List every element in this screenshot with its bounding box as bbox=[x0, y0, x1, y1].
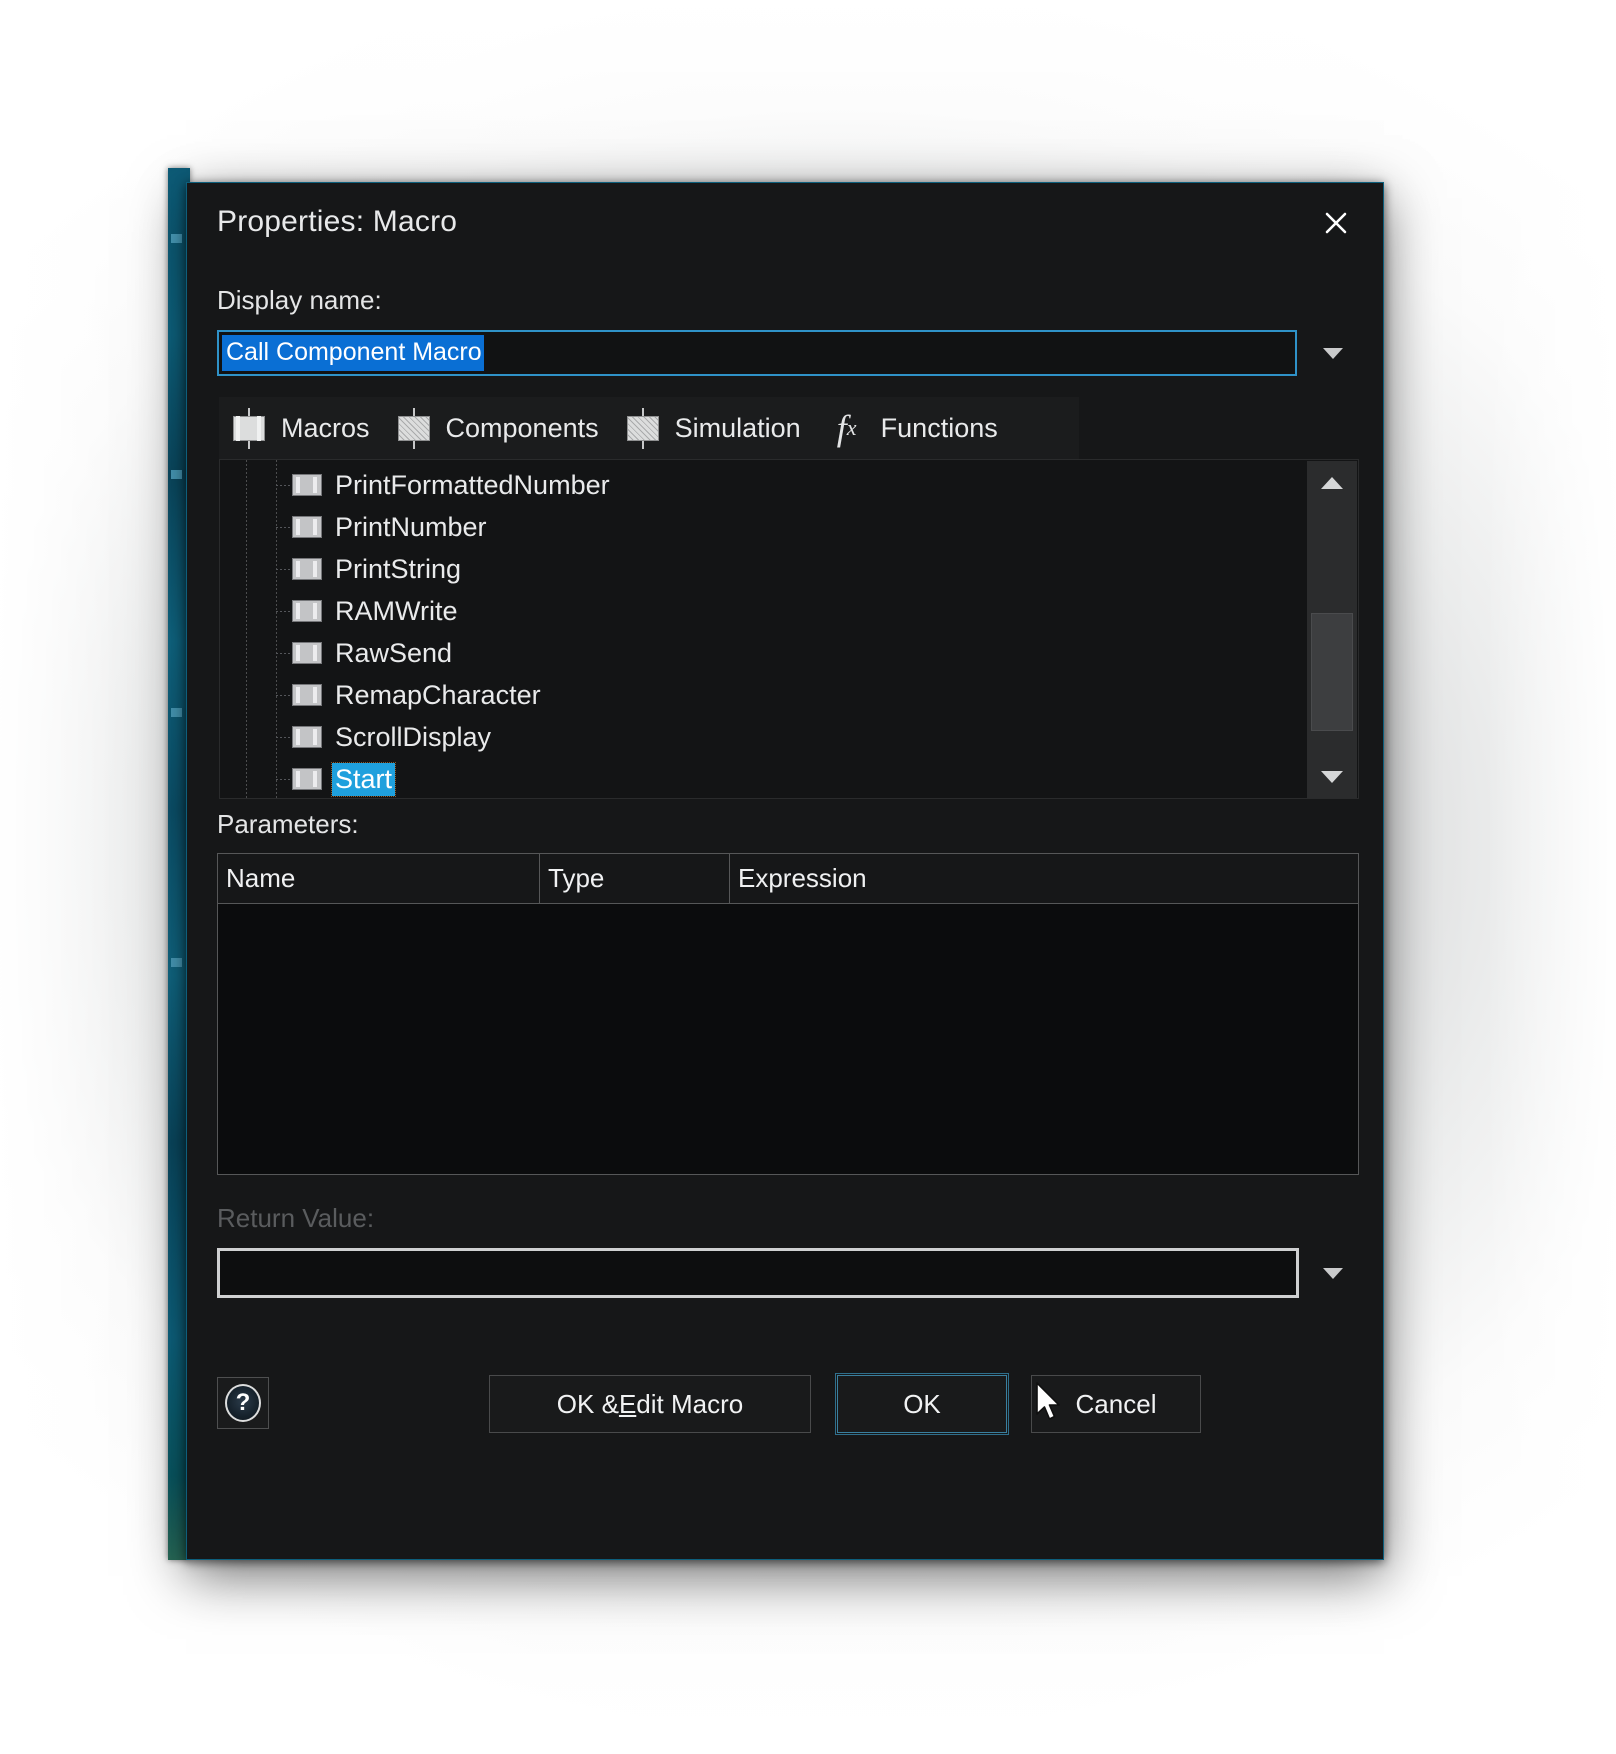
background-window-markers bbox=[170, 168, 186, 1560]
triangle-up-icon[interactable] bbox=[1307, 461, 1357, 505]
question-mark-icon: ? bbox=[225, 1384, 261, 1422]
ok-and-edit-macro-accel: E bbox=[618, 1388, 637, 1419]
column-header-name[interactable]: Name bbox=[218, 854, 540, 904]
display-name-value: Call Component Macro bbox=[222, 335, 484, 371]
tab-components-label: Components bbox=[445, 412, 599, 443]
list-item-label: RemapCharacter bbox=[335, 679, 541, 710]
return-value-chevron-down-icon[interactable] bbox=[1307, 1248, 1359, 1298]
cancel-button[interactable]: Cancel bbox=[1031, 1375, 1201, 1433]
list-item-label: PrintNumber bbox=[335, 511, 487, 542]
list-item-label: RAMWrite bbox=[335, 595, 458, 626]
macro-node-icon bbox=[292, 642, 322, 664]
parameters-label: Parameters: bbox=[217, 809, 359, 839]
macro-tree-list[interactable]: PrintFormattedNumber PrintNumber PrintSt… bbox=[219, 459, 1359, 799]
chip-hatched-icon bbox=[394, 408, 434, 449]
chip-icon bbox=[229, 408, 269, 449]
list-item[interactable]: PrintNumber bbox=[220, 506, 1358, 548]
tab-functions-label: Functions bbox=[880, 412, 998, 443]
list-item-label: RawSend bbox=[335, 637, 453, 668]
fx-icon: fx bbox=[836, 408, 857, 448]
dialog-titlebar: Properties: Macro bbox=[189, 185, 1381, 261]
ok-and-edit-macro-label-post: dit Macro bbox=[636, 1388, 744, 1419]
macro-properties-dialog: Properties: Macro Display name: Call Com… bbox=[186, 182, 1384, 1560]
chip-hatched-icon bbox=[623, 408, 663, 449]
scrollbar-thumb[interactable] bbox=[1311, 613, 1353, 731]
list-item[interactable]: PrintFormattedNumber bbox=[220, 464, 1358, 506]
macro-node-icon bbox=[292, 558, 322, 580]
ok-button-label: OK bbox=[903, 1388, 941, 1419]
tab-components[interactable]: Components bbox=[384, 397, 613, 459]
macro-node-icon bbox=[292, 600, 322, 622]
list-item-selected[interactable]: Start bbox=[220, 758, 1358, 798]
display-name-chevron-down-icon[interactable] bbox=[1307, 330, 1359, 376]
parameters-table[interactable]: Name Type Expression bbox=[217, 853, 1359, 1175]
list-item-label: ScrollDisplay bbox=[335, 721, 492, 752]
column-header-type[interactable]: Type bbox=[540, 854, 730, 904]
dialog-title: Properties: Macro bbox=[217, 205, 458, 238]
return-value-input[interactable] bbox=[217, 1248, 1299, 1298]
tab-simulation-label: Simulation bbox=[674, 412, 801, 443]
list-item[interactable]: RemapCharacter bbox=[220, 674, 1358, 716]
tab-simulation[interactable]: Simulation bbox=[613, 397, 815, 459]
tree-scrollbar[interactable] bbox=[1307, 461, 1357, 798]
cancel-button-label: Cancel bbox=[1075, 1388, 1157, 1419]
display-name-label: Display name: bbox=[217, 285, 382, 315]
macro-node-icon bbox=[292, 768, 322, 790]
parameters-table-body[interactable] bbox=[218, 904, 1358, 1174]
tab-macros[interactable]: Macros bbox=[219, 397, 384, 459]
ok-and-edit-macro-button[interactable]: OK & Edit Macro bbox=[489, 1375, 811, 1433]
return-value-label: Return Value: bbox=[217, 1203, 375, 1233]
macro-node-icon bbox=[292, 516, 322, 538]
macro-node-icon bbox=[292, 684, 322, 706]
list-item[interactable]: ScrollDisplay bbox=[220, 716, 1358, 758]
display-name-input[interactable]: Call Component Macro bbox=[217, 330, 1297, 376]
tab-functions[interactable]: fx Functions bbox=[815, 397, 1012, 459]
triangle-down-icon[interactable] bbox=[1307, 755, 1357, 798]
list-item[interactable]: RawSend bbox=[220, 632, 1358, 674]
macro-node-icon bbox=[292, 474, 322, 496]
parameters-table-header: Name Type Expression bbox=[218, 854, 1358, 904]
dialog-body: Properties: Macro Display name: Call Com… bbox=[189, 185, 1381, 1557]
help-button[interactable]: ? bbox=[217, 1377, 269, 1429]
list-item[interactable]: RAMWrite bbox=[220, 590, 1358, 632]
ok-and-edit-macro-label-pre: OK & bbox=[556, 1388, 619, 1419]
list-item-label: PrintString bbox=[335, 553, 462, 584]
ok-button[interactable]: OK bbox=[835, 1373, 1009, 1435]
source-tabs: Macros Components Simulation fx Function… bbox=[219, 397, 1079, 459]
list-item-label: PrintFormattedNumber bbox=[335, 469, 610, 500]
close-icon[interactable] bbox=[1307, 199, 1365, 247]
list-item[interactable]: PrintString bbox=[220, 548, 1358, 590]
tab-macros-label: Macros bbox=[281, 412, 370, 443]
list-item-label: Start bbox=[330, 761, 397, 797]
macro-node-icon bbox=[292, 726, 322, 748]
column-header-expression[interactable]: Expression bbox=[730, 854, 1358, 904]
